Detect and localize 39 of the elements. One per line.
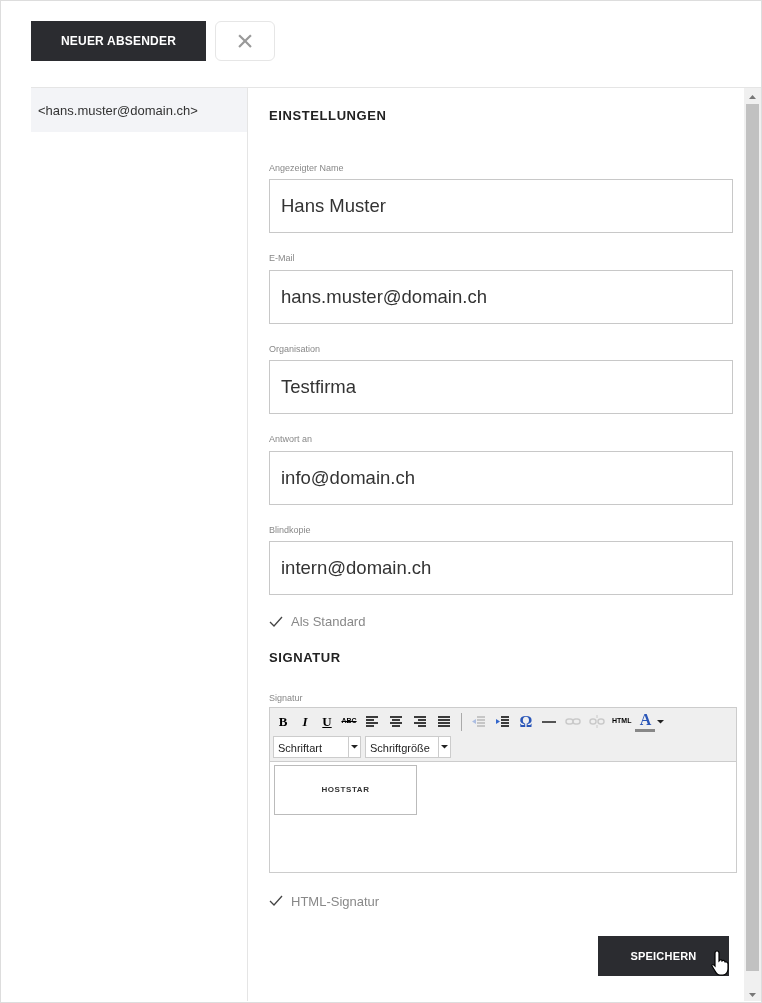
toolbar-button[interactable]: Ω <box>516 711 536 732</box>
indent-icon[interactable] <box>495 714 511 730</box>
toolbar-button[interactable]: U <box>317 711 337 732</box>
field-label: E-Mail <box>269 252 295 266</box>
align-left-icon[interactable] <box>364 714 380 730</box>
logo: HOSTSTAR <box>274 764 417 815</box>
checkmark-icon[interactable] <box>269 615 283 628</box>
option-label: Als Standard <box>291 613 366 632</box>
toolbar-button[interactable]: B <box>273 711 293 732</box>
input-field[interactable]: Testfirma <box>269 360 733 415</box>
field-label: Angezeigter Name <box>269 161 344 175</box>
field-label: Antwort an <box>269 433 313 447</box>
caret-icon[interactable] <box>441 744 448 750</box>
input-field[interactable]: hans.muster@domain.ch <box>269 269 733 324</box>
cursor-icon <box>711 950 731 977</box>
scrollbar[interactable] <box>744 88 761 1001</box>
scrollbar-thumb[interactable] <box>746 104 759 971</box>
justify-icon[interactable] <box>436 714 452 730</box>
new-sender-button[interactable]: NEUER ABSENDER <box>31 21 206 61</box>
align-right-icon[interactable] <box>412 714 428 730</box>
toolbar-button[interactable]: A <box>635 711 656 732</box>
field-label: Blindkopie <box>269 523 311 537</box>
align-center-icon[interactable] <box>388 714 404 730</box>
field-label: Organisation <box>269 342 321 356</box>
section-heading: EINSTELLUNGEN <box>269 108 388 124</box>
section-heading: SIGNATUR <box>269 649 342 666</box>
input-field[interactable]: info@domain.ch <box>269 450 733 505</box>
sender-item[interactable]: <hans.muster@domain.ch> <box>31 88 247 132</box>
toolbar-button[interactable]: I <box>295 711 315 732</box>
input-field[interactable]: Hans Muster <box>269 179 733 234</box>
save-button[interactable]: SPEICHERN <box>598 936 729 977</box>
checkmark-icon[interactable] <box>269 895 283 908</box>
font-dropdown[interactable]: Schriftgröße <box>365 735 451 758</box>
input-field[interactable]: intern@domain.ch <box>269 541 733 596</box>
font-dropdown[interactable]: Schriftart <box>273 735 361 758</box>
field-label: Signatur <box>269 692 304 706</box>
caret-icon[interactable] <box>657 719 665 725</box>
caret-icon[interactable] <box>351 744 358 750</box>
option-label: HTML-Signatur <box>291 892 380 911</box>
